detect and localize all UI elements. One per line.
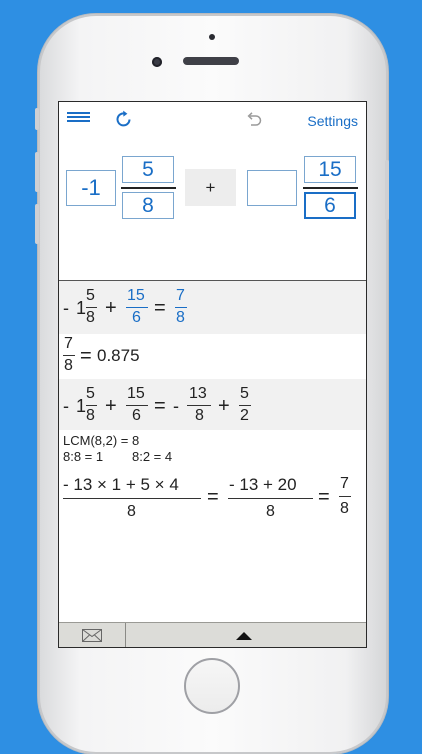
bottom-bar <box>59 622 366 647</box>
minus-sign: - <box>173 396 179 416</box>
denominator: 8 <box>127 503 136 520</box>
fraction-line <box>228 498 313 499</box>
front-camera <box>152 57 162 67</box>
settings-button[interactable]: Settings <box>307 113 358 129</box>
numerator: 15 <box>127 385 145 402</box>
power-button <box>385 160 389 220</box>
equals-sign: = <box>80 345 92 367</box>
equals-sign: = <box>318 486 330 508</box>
result-denominator: 8 <box>340 500 349 517</box>
equals-sign: = <box>154 395 166 417</box>
numerator: 5 <box>86 287 95 304</box>
denominator-input-2[interactable]: 6 <box>304 192 356 219</box>
mail-icon <box>82 629 102 642</box>
denominator: 8 <box>86 407 95 424</box>
fraction-bar-2 <box>303 187 358 189</box>
numerator: 5 <box>86 385 95 402</box>
plus-sign: + <box>218 395 230 417</box>
step-1-row: - 1 5 8 + 15 6 = 7 8 <box>59 281 366 334</box>
minus-sign: - <box>63 298 69 318</box>
fraction-line <box>239 405 251 406</box>
numerator: 13 <box>189 385 207 402</box>
step-5-row: - 13 × 1 + 5 × 4 8 = - 13 + 20 8 = 7 8 <box>59 465 366 525</box>
numerator: 5 <box>240 385 249 402</box>
numerator-expression: - 13 × 1 + 5 × 4 <box>63 475 179 494</box>
denominator: 8 <box>86 309 95 326</box>
volume-up-button <box>35 152 39 192</box>
whole-number-input-2[interactable] <box>247 170 297 206</box>
numerator: 15 <box>127 287 145 304</box>
volume-down-button <box>35 204 39 244</box>
denominator-input-1[interactable]: 8 <box>122 192 174 219</box>
denominator: 2 <box>240 407 249 424</box>
plus-sign: + <box>105 395 117 417</box>
fraction-line <box>126 307 148 308</box>
numerator-input-1[interactable]: 5 <box>122 156 174 183</box>
menu-icon[interactable] <box>67 112 90 122</box>
undo-icon[interactable] <box>245 110 263 128</box>
app-screen: Settings -1 5 8 + 15 6 - 1 5 8 + 15 6 = … <box>58 101 367 648</box>
step-4-row: LCM(8,2) = 8 8:8 = 1 8:2 = 4 <box>59 430 366 465</box>
fraction-line <box>339 496 351 497</box>
result-numerator: 7 <box>340 475 349 492</box>
home-button[interactable] <box>184 658 240 714</box>
decimal-result: 0.875 <box>97 346 140 365</box>
result-numerator: 7 <box>176 287 185 304</box>
fraction-line <box>86 307 97 308</box>
email-button[interactable] <box>59 623 126 647</box>
proximity-sensor <box>209 34 215 40</box>
fraction-line <box>86 405 97 406</box>
fraction-line <box>187 405 211 406</box>
fraction-line <box>63 355 75 356</box>
fraction-line <box>63 498 201 499</box>
numerator-input-2[interactable]: 15 <box>304 156 356 183</box>
numerator-expression: - 13 + 20 <box>229 475 297 494</box>
denominator: 6 <box>132 407 141 424</box>
operator-button[interactable]: + <box>185 169 236 206</box>
fraction-line <box>175 307 187 308</box>
equals-sign: = <box>154 297 166 319</box>
equals-sign: = <box>207 486 219 508</box>
lcm-text: LCM(8,2) = 8 <box>63 433 140 448</box>
step-2-row: 7 8 = 0.875 <box>59 334 366 379</box>
fraction-bar-1 <box>121 187 176 189</box>
plus-sign: + <box>105 297 117 319</box>
toolbar: Settings <box>59 102 366 136</box>
denominator: 8 <box>195 407 204 424</box>
whole-number-input-1[interactable]: -1 <box>66 170 116 206</box>
expand-up-icon[interactable] <box>236 632 252 640</box>
result-denominator: 8 <box>176 309 185 326</box>
mute-switch <box>35 108 39 130</box>
minus-sign: - <box>63 396 69 416</box>
denominator: 8 <box>64 357 73 374</box>
step-3-row: - 1 5 8 + 15 6 = - 13 8 + 5 2 <box>59 379 366 430</box>
refresh-icon[interactable] <box>114 109 134 129</box>
factor-text: 8:8 = 1 <box>63 449 104 464</box>
whole-number: 1 <box>76 396 87 416</box>
denominator: 6 <box>132 309 141 326</box>
whole-number: 1 <box>76 298 87 318</box>
fraction-line <box>126 405 148 406</box>
factor-text: 8:2 = 4 <box>132 449 173 464</box>
numerator: 7 <box>64 335 73 352</box>
denominator: 8 <box>266 503 275 520</box>
earpiece-speaker <box>183 57 239 65</box>
